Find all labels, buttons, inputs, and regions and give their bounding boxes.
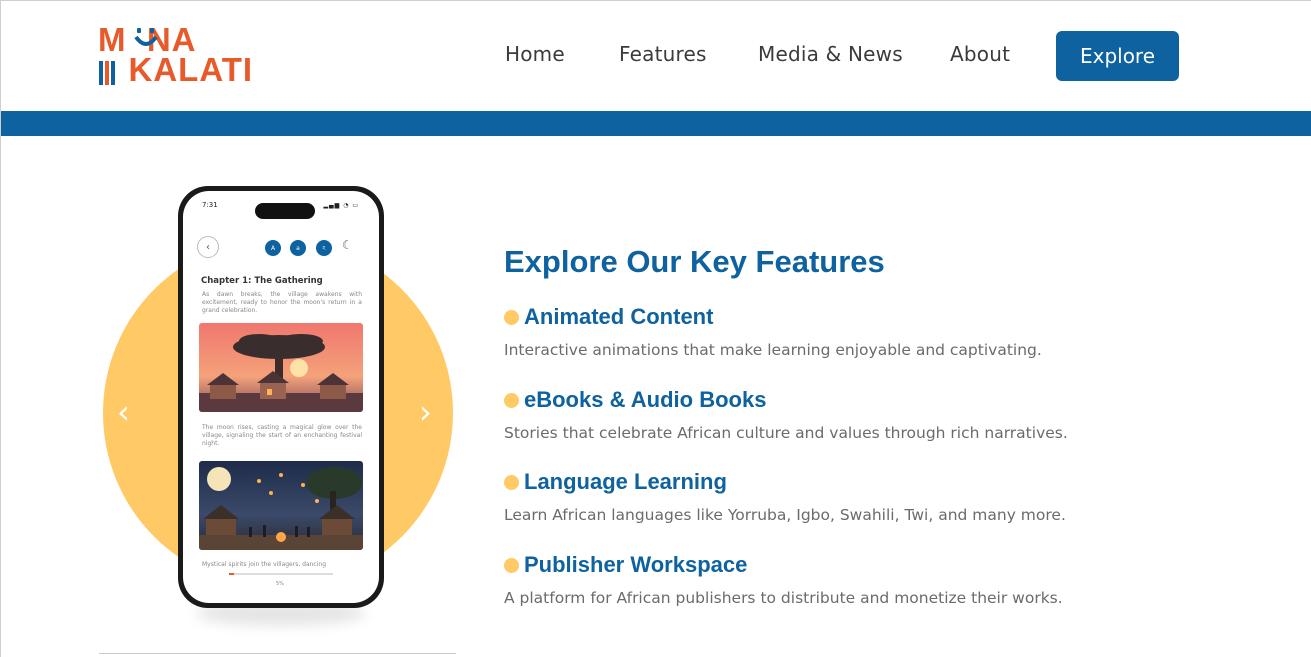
chevron-left-icon[interactable]: ‹ bbox=[117, 396, 130, 428]
nav-home[interactable]: Home bbox=[505, 42, 565, 66]
feature-heading: Publisher Workspace bbox=[504, 551, 1224, 579]
bullet-dot-icon bbox=[504, 392, 519, 408]
feature-title: eBooks & Audio Books bbox=[524, 387, 767, 412]
bullet-dot-icon bbox=[504, 557, 519, 573]
feature-description: Learn African languages like Yorruba, Ig… bbox=[504, 506, 1066, 524]
feature-item: Language Learning Learn African language… bbox=[504, 468, 1224, 524]
language-button[interactable]: ঽ bbox=[316, 240, 332, 256]
feature-item: Publisher Workspace A platform for Afric… bbox=[504, 551, 1224, 607]
chevron-right-icon[interactable]: › bbox=[419, 396, 432, 428]
site-header: M NA KALATI Home Features Media & News A… bbox=[1, 1, 1311, 111]
phone-screen: 7:31 ▂▄▆ ◔ ▭ ‹ A a ঽ ☾ Chapter 1: The Ga… bbox=[183, 191, 379, 603]
feature-heading: Animated Content bbox=[504, 303, 1224, 331]
divider bbox=[99, 653, 456, 654]
story-paragraph: Mystical spirits join the villagers, dan… bbox=[202, 561, 327, 568]
section-title: Explore Our Key Features bbox=[504, 244, 885, 279]
bullet-dot-icon bbox=[504, 474, 519, 490]
font-size-button[interactable]: A bbox=[265, 240, 281, 256]
phone-mockup: 7:31 ▂▄▆ ◔ ▭ ‹ A a ঽ ☾ Chapter 1: The Ga… bbox=[178, 186, 384, 608]
night-festival-image bbox=[199, 461, 363, 550]
phone-notch bbox=[255, 203, 315, 219]
bullet-dot-icon bbox=[504, 309, 519, 325]
feature-title: Animated Content bbox=[524, 304, 714, 329]
status-icons: ▂▄▆ ◔ ▭ bbox=[323, 202, 359, 209]
feature-description: A platform for African publishers to dis… bbox=[504, 589, 1063, 607]
font-style-button[interactable]: a bbox=[290, 240, 306, 256]
header-band bbox=[1, 111, 1311, 136]
feature-description: Interactive animations that make learnin… bbox=[504, 341, 1042, 359]
nav-features[interactable]: Features bbox=[619, 42, 707, 66]
status-time: 7:31 bbox=[202, 201, 218, 209]
feature-item: eBooks & Audio Books Stories that celebr… bbox=[504, 386, 1224, 442]
feature-heading: Language Learning bbox=[504, 468, 1224, 496]
chapter-title: Chapter 1: The Gathering bbox=[201, 276, 323, 286]
feature-title: Publisher Workspace bbox=[524, 552, 748, 577]
explore-button[interactable]: Explore bbox=[1056, 31, 1179, 81]
story-paragraph: The moon rises, casting a magical glow o… bbox=[202, 424, 362, 447]
reading-progress-label: 5% bbox=[276, 581, 284, 587]
reading-progress-bar[interactable] bbox=[229, 573, 333, 575]
feature-title: Language Learning bbox=[524, 469, 727, 494]
back-arrow-icon[interactable]: ‹ bbox=[197, 236, 219, 258]
feature-heading: eBooks & Audio Books bbox=[504, 386, 1224, 414]
reading-progress-fill bbox=[229, 573, 235, 575]
moon-icon[interactable]: ☾ bbox=[342, 238, 353, 252]
feature-item: Animated Content Interactive animations … bbox=[504, 303, 1224, 359]
nav-about[interactable]: About bbox=[950, 42, 1010, 66]
story-paragraph: As dawn breaks, the village awakens with… bbox=[202, 291, 362, 314]
baobab-village-image bbox=[199, 323, 363, 412]
feature-description: Stories that celebrate African culture a… bbox=[504, 424, 1068, 442]
main-nav: Home Features Media & News About Explore bbox=[1, 31, 1311, 81]
nav-media-news[interactable]: Media & News bbox=[758, 42, 903, 66]
